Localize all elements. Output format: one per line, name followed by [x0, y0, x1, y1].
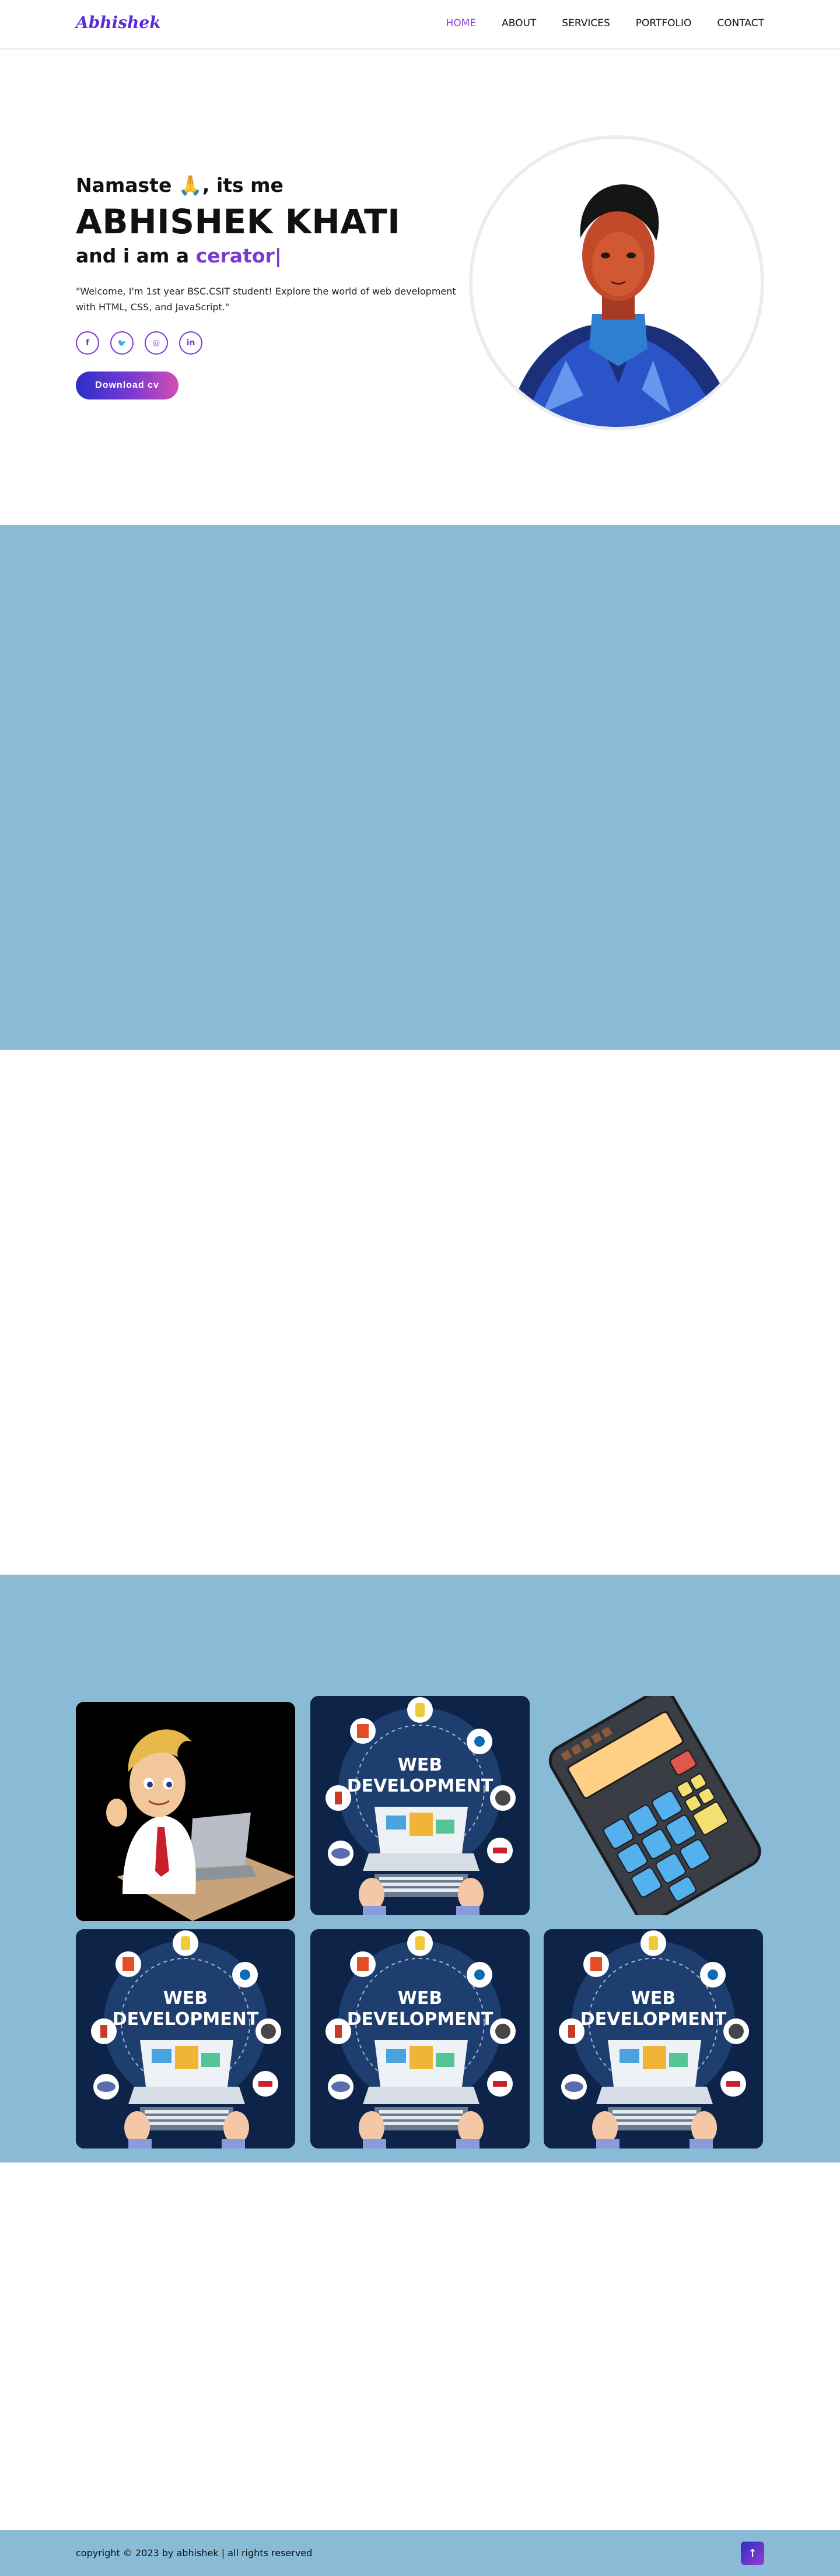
about-section [0, 525, 840, 1050]
nav-services[interactable]: SERVICES [562, 17, 610, 29]
role-prefix: and i am a [76, 244, 196, 267]
typing-cursor: | [274, 244, 282, 267]
download-cv-button[interactable]: Download cv [76, 371, 178, 399]
web-title-2: DEVELOPMENT [347, 1776, 494, 1796]
hero-name: ABHISHEK KHATI [76, 202, 401, 241]
web-title-2: DEVELOPMENT [580, 2009, 727, 2030]
web-development-illustration: WEB DEVELOPMENT [76, 1929, 295, 2149]
hero-greeting: Namaste 🙏, its me [76, 174, 284, 197]
web-title-2: DEVELOPMENT [347, 2009, 494, 2030]
nav-about[interactable]: ABOUT [502, 17, 536, 29]
hero-intro: "Welcome, I'm 1st year BSC.CSIT student!… [76, 286, 456, 313]
portfolio-section: WEB DEVELOPMENT WEB DEVELOPMENT WEB DEVE… [0, 1575, 840, 2163]
nav-home[interactable]: HOME [446, 17, 477, 29]
portfolio-item-web-development[interactable]: WEB DEVELOPMENT [310, 1929, 530, 2149]
twitter-icon[interactable]: 🐦 [110, 331, 134, 355]
site-header: Abhishek HOME ABOUT SERVICES PORTFOLIO C… [0, 0, 840, 50]
instagram-icon[interactable]: ◎ [145, 331, 168, 355]
web-development-illustration: WEB DEVELOPMENT [310, 1696, 530, 1915]
main-nav: HOME ABOUT SERVICES PORTFOLIO CONTACT [446, 17, 765, 29]
arrow-up-icon[interactable]: ↑ [741, 2542, 764, 2565]
cartoon-illustration [76, 1702, 295, 1921]
web-title-1: WEB [163, 1988, 208, 2009]
portfolio-item-web-development[interactable]: WEB DEVELOPMENT [76, 1929, 295, 2149]
social-links: f 🐦 ◎ in [76, 331, 202, 355]
hero-role: and i am a cerator| [76, 244, 282, 267]
web-development-illustration: WEB DEVELOPMENT [544, 1929, 763, 2149]
hero-section: Namaste 🙏, its me ABHISHEK KHATI and i a… [0, 50, 840, 525]
portfolio-item-calculator[interactable] [544, 1696, 763, 1915]
portfolio-item-cartoon[interactable] [76, 1702, 295, 1921]
logo[interactable]: Abhishek [76, 13, 161, 32]
nav-contact[interactable]: CONTACT [717, 17, 764, 29]
nav-portfolio[interactable]: PORTFOLIO [636, 17, 692, 29]
site-footer: copyright © 2023 by abhishek | all right… [0, 2530, 840, 2576]
calculator-illustration [548, 1696, 761, 1915]
web-title-2: DEVELOPMENT [113, 2009, 259, 2030]
role-word: cerator [195, 244, 275, 267]
web-title-1: WEB [398, 1755, 442, 1775]
web-development-illustration: WEB DEVELOPMENT [310, 1929, 530, 2149]
copyright-text: copyright © 2023 by abhishek | all right… [76, 2547, 313, 2559]
services-section [0, 1050, 840, 1575]
portfolio-item-web-development[interactable]: WEB DEVELOPMENT [310, 1696, 530, 1915]
portrait-illustration [473, 139, 761, 427]
portfolio-item-web-development[interactable]: WEB DEVELOPMENT [544, 1929, 763, 2149]
linkedin-icon[interactable]: in [179, 331, 202, 355]
profile-photo [469, 135, 764, 430]
contact-section [0, 2163, 840, 2530]
facebook-icon[interactable]: f [76, 331, 99, 355]
web-title-1: WEB [398, 1988, 442, 2009]
web-title-1: WEB [631, 1988, 676, 2009]
